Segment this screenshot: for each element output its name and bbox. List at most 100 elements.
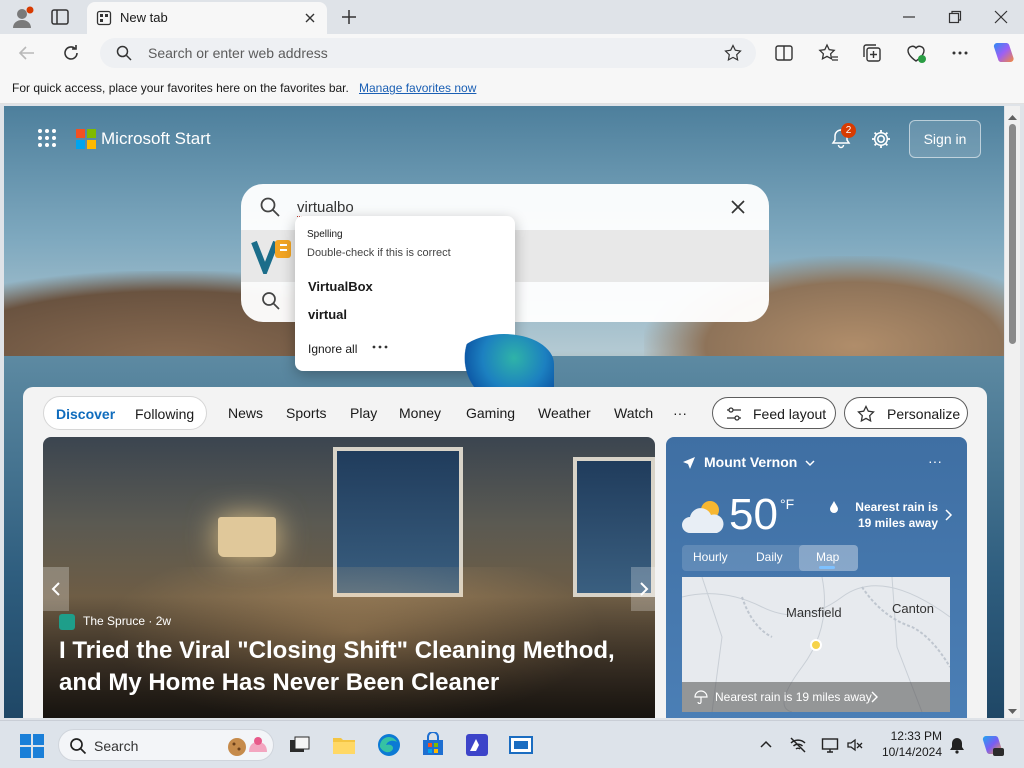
spelling-suggestion[interactable]: virtual bbox=[308, 307, 347, 322]
microsoft-store-icon[interactable] bbox=[420, 731, 446, 758]
carousel-next-button[interactable] bbox=[631, 567, 655, 611]
favorites-icon[interactable] bbox=[817, 42, 839, 64]
tab-hourly[interactable]: Hourly bbox=[693, 550, 728, 564]
favorites-bar: For quick access, place your favorites h… bbox=[0, 72, 1024, 104]
manage-favorites-link[interactable]: Manage favorites now bbox=[359, 81, 476, 95]
tab-discover[interactable]: Discover bbox=[56, 406, 115, 422]
taskbar-date[interactable]: 10/14/2024 bbox=[870, 745, 942, 759]
search-icon bbox=[69, 737, 87, 755]
file-explorer-icon[interactable] bbox=[331, 732, 357, 758]
tab-actions-icon[interactable] bbox=[50, 7, 70, 27]
nav-item-news[interactable]: News bbox=[228, 405, 263, 421]
feed-layout-icon bbox=[725, 405, 743, 423]
nav-item-watch[interactable]: Watch bbox=[614, 405, 653, 421]
taskbar-time[interactable]: 12:33 PM bbox=[878, 729, 942, 743]
hero-article-card[interactable]: The Spruce · 2w I Tried the Viral "Closi… bbox=[43, 437, 655, 718]
chevron-down-icon[interactable] bbox=[804, 457, 816, 469]
page-scrollbar[interactable] bbox=[1005, 106, 1020, 718]
remote-desktop-icon[interactable] bbox=[508, 732, 534, 758]
weather-map[interactable]: Mansfield Canton Nearest rain is 19 mile… bbox=[682, 577, 950, 712]
tab-map[interactable]: Map bbox=[816, 550, 839, 564]
new-tab-page-icon bbox=[96, 10, 112, 26]
nav-item-sports[interactable]: Sports bbox=[286, 405, 326, 421]
ignore-all-button[interactable]: Ignore all bbox=[308, 342, 357, 356]
browser-essentials-icon[interactable] bbox=[905, 42, 927, 64]
spelling-suggestion[interactable]: VirtualBox bbox=[308, 279, 373, 294]
edge-logo-decoration bbox=[454, 334, 554, 394]
map-rain-bar[interactable]: Nearest rain is 19 miles away bbox=[682, 682, 950, 712]
news-feed-panel: Discover Following News Sports Play Mone… bbox=[23, 387, 987, 718]
collections-icon[interactable] bbox=[861, 42, 883, 64]
app-launcher-icon[interactable] bbox=[38, 129, 56, 147]
taskbar-search-box[interactable]: Search bbox=[58, 729, 274, 761]
nav-item-weather[interactable]: Weather bbox=[538, 405, 591, 421]
weather-temperature: 50 bbox=[729, 490, 778, 539]
tab-title: New tab bbox=[120, 10, 168, 25]
tab-following[interactable]: Following bbox=[135, 406, 194, 422]
new-tab-button[interactable] bbox=[338, 6, 360, 28]
copilot-taskbar-icon[interactable] bbox=[980, 734, 1004, 758]
more-options-icon[interactable] bbox=[371, 340, 389, 354]
edge-browser-icon[interactable] bbox=[376, 732, 402, 758]
network-offline-icon[interactable] bbox=[789, 736, 807, 754]
weather-more-button[interactable]: ··· bbox=[928, 453, 942, 469]
feed-layout-button[interactable]: Feed layout bbox=[712, 397, 836, 429]
settings-more-icon[interactable] bbox=[949, 42, 971, 64]
virtualbox-logo-icon bbox=[251, 236, 293, 279]
search-icon bbox=[116, 45, 132, 61]
sign-in-button[interactable]: Sign in bbox=[909, 120, 981, 158]
carousel-prev-button[interactable] bbox=[43, 567, 69, 611]
feed-layout-label: Feed layout bbox=[753, 406, 827, 422]
show-hidden-icons-chevron-icon[interactable] bbox=[757, 736, 775, 754]
article-headline[interactable]: I Tried the Viral "Closing Shift" Cleani… bbox=[59, 635, 649, 699]
close-window-button[interactable] bbox=[978, 4, 1024, 30]
scroll-up-arrow-icon[interactable] bbox=[1008, 110, 1017, 120]
search-input[interactable]: virtualbo bbox=[297, 199, 354, 217]
nearest-rain-note[interactable]: Nearest rain is 19 miles away bbox=[842, 499, 938, 531]
tab-new-tab[interactable]: New tab bbox=[87, 2, 327, 34]
location-arrow-icon bbox=[682, 456, 696, 470]
spelling-heading: Spelling bbox=[307, 229, 343, 240]
chevron-right-icon[interactable] bbox=[943, 509, 953, 521]
map-rain-note: Nearest rain is 19 miles away bbox=[715, 690, 872, 704]
settings-gear-icon[interactable] bbox=[870, 128, 892, 150]
partly-cloudy-icon bbox=[680, 497, 728, 537]
site-title[interactable]: Microsoft Start bbox=[101, 129, 211, 149]
minimize-button[interactable] bbox=[886, 4, 932, 30]
display-icon[interactable] bbox=[821, 736, 839, 754]
hero-image-lamp bbox=[218, 517, 276, 557]
close-tab-icon[interactable] bbox=[302, 10, 318, 26]
add-favorite-star-icon[interactable] bbox=[724, 44, 742, 62]
map-city-label: Canton bbox=[892, 601, 934, 616]
windows-start-icon[interactable] bbox=[20, 734, 44, 758]
notification-count-badge: 2 bbox=[841, 123, 856, 138]
microsoft-logo-icon[interactable] bbox=[76, 129, 96, 149]
nav-more-button[interactable]: ··· bbox=[673, 405, 687, 421]
volume-muted-icon[interactable] bbox=[846, 736, 864, 754]
search-highlight-icon bbox=[227, 734, 269, 758]
restore-button[interactable] bbox=[932, 4, 978, 30]
scroll-down-arrow-icon[interactable] bbox=[1008, 704, 1017, 714]
scrollbar-thumb[interactable] bbox=[1009, 124, 1016, 344]
split-screen-icon[interactable] bbox=[773, 42, 795, 64]
personalize-star-icon bbox=[857, 405, 875, 423]
task-view-icon[interactable] bbox=[286, 732, 312, 758]
weather-tabs: Hourly Daily Map bbox=[682, 545, 858, 571]
app-icon[interactable] bbox=[464, 732, 490, 758]
address-bar[interactable]: Search or enter web address bbox=[100, 38, 756, 68]
nav-item-play[interactable]: Play bbox=[350, 405, 377, 421]
back-icon[interactable] bbox=[16, 42, 38, 64]
weather-card: Mount Vernon ··· 50 °F Nearest rain is 1… bbox=[666, 437, 967, 718]
personalize-button[interactable]: Personalize bbox=[844, 397, 968, 429]
copilot-icon[interactable] bbox=[990, 40, 1016, 66]
search-icon bbox=[259, 196, 281, 218]
clear-search-icon[interactable] bbox=[729, 198, 747, 216]
refresh-icon[interactable] bbox=[60, 42, 82, 64]
nav-item-gaming[interactable]: Gaming bbox=[466, 405, 515, 421]
nav-item-money[interactable]: Money bbox=[399, 405, 441, 421]
profile-icon[interactable] bbox=[10, 6, 34, 30]
raindrop-icon bbox=[830, 501, 838, 513]
weather-location[interactable]: Mount Vernon bbox=[704, 454, 797, 470]
notification-bell-icon[interactable] bbox=[948, 736, 966, 754]
tab-daily[interactable]: Daily bbox=[756, 550, 783, 564]
